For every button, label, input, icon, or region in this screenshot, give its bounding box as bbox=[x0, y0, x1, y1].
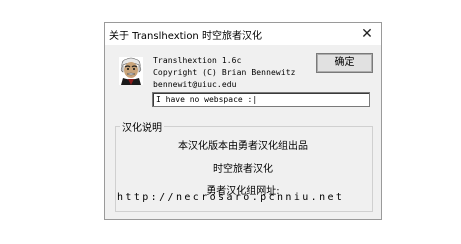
about-dialog: 关于 Translhextion 时空旅者汉化 ✕ Translhextion … bbox=[104, 22, 382, 220]
close-button[interactable]: ✕ bbox=[353, 23, 381, 45]
app-name-version: Translhextion 1.6c bbox=[153, 56, 242, 65]
localization-team: 时空旅者汉化 bbox=[213, 164, 273, 175]
localization-group-label: 汉化说明 bbox=[120, 119, 164, 134]
localization-url: http://necrosaro.pcnniu.net bbox=[117, 192, 345, 203]
webspace-field[interactable]: I have no webspace :| bbox=[152, 92, 370, 107]
author-email: bennewit@uiuc.edu bbox=[153, 80, 237, 89]
localization-credit: 本汉化版本由勇者汉化组出品 bbox=[178, 141, 308, 152]
ok-button[interactable]: 确定 bbox=[316, 53, 373, 73]
title-bar[interactable]: 关于 Translhextion 时空旅者汉化 ✕ bbox=[105, 23, 381, 45]
copyright-text: Copyright (C) Brian Bennewitz bbox=[153, 68, 296, 77]
window-title: 关于 Translhextion 时空旅者汉化 bbox=[109, 31, 262, 42]
einstein-portrait-icon bbox=[119, 57, 143, 85]
